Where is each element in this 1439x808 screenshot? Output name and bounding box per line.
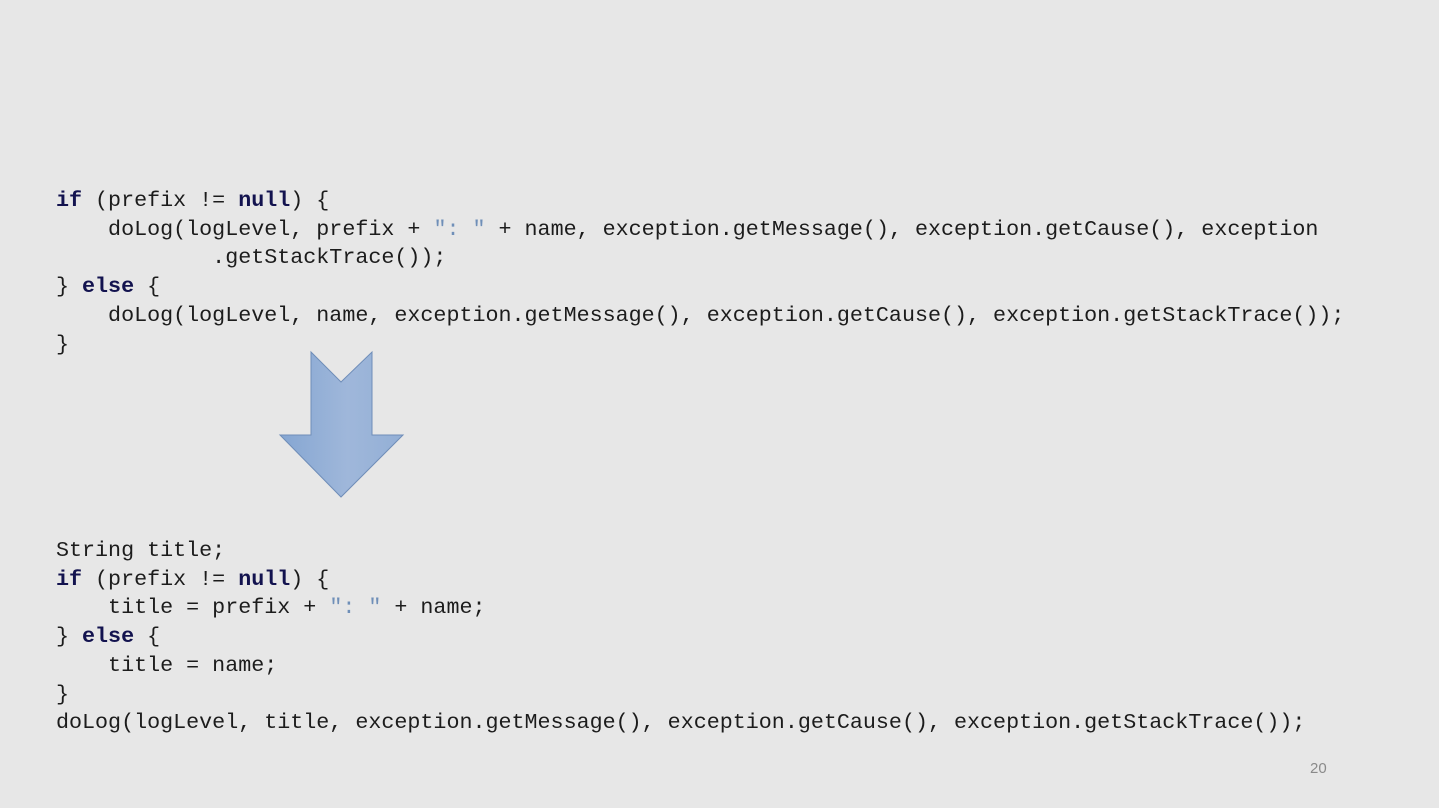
code-text: doLog(logLevel, name, exception.getMessa… <box>56 302 1345 328</box>
code-keyword: else <box>82 274 135 300</box>
code-line: if (prefix != null) { <box>56 566 1305 595</box>
code-text: (prefix != <box>82 566 239 592</box>
code-keyword: if <box>56 566 83 592</box>
code-line: doLog(logLevel, prefix + ": " + name, ex… <box>56 216 1344 245</box>
code-text: } <box>56 681 70 707</box>
code-text: String title; <box>56 538 226 563</box>
code-string: ": " <box>329 595 382 621</box>
code-line: } <box>56 681 1305 710</box>
code-line: title = name; <box>56 652 1305 681</box>
code-line: .getStackTrace()); <box>56 244 1344 273</box>
code-line: } else { <box>56 273 1344 302</box>
code-text: { <box>134 274 161 300</box>
code-before-refactor: if (prefix != null) { doLog(logLevel, pr… <box>56 187 1344 359</box>
code-text: title = prefix + <box>56 595 330 621</box>
code-text: { <box>134 624 161 650</box>
code-line: } <box>56 331 1344 360</box>
code-line: String title; <box>56 537 1305 566</box>
code-text: + name, exception.getMessage(), exceptio… <box>485 216 1319 242</box>
code-line: title = prefix + ": " + name; <box>56 594 1305 623</box>
code-keyword: else <box>82 624 135 650</box>
code-text: .getStackTrace()); <box>56 245 447 271</box>
code-keyword: if <box>56 188 83 213</box>
code-text: } <box>56 331 70 357</box>
slide-page-number: 20 <box>1310 760 1327 777</box>
code-keyword: null <box>238 188 291 213</box>
code-line: doLog(logLevel, name, exception.getMessa… <box>56 302 1344 331</box>
code-text: (prefix != <box>82 188 239 213</box>
code-text: ) { <box>290 566 330 592</box>
code-text: } <box>56 624 83 650</box>
code-text: doLog(logLevel, prefix + <box>56 216 434 242</box>
code-text: + name; <box>381 595 486 621</box>
code-line: } else { <box>56 623 1305 652</box>
code-text: doLog(logLevel, title, exception.getMess… <box>56 710 1306 736</box>
code-keyword: null <box>238 566 291 592</box>
code-line: if (prefix != null) { <box>56 187 1344 216</box>
code-line: doLog(logLevel, title, exception.getMess… <box>56 709 1305 738</box>
code-text: title = name; <box>56 652 278 678</box>
code-text: ) { <box>290 188 330 213</box>
code-text: } <box>56 274 83 300</box>
code-string: ": " <box>433 216 486 242</box>
code-after-refactor: String title; if (prefix != null) { title… <box>56 537 1305 738</box>
down-arrow-icon <box>278 350 405 498</box>
